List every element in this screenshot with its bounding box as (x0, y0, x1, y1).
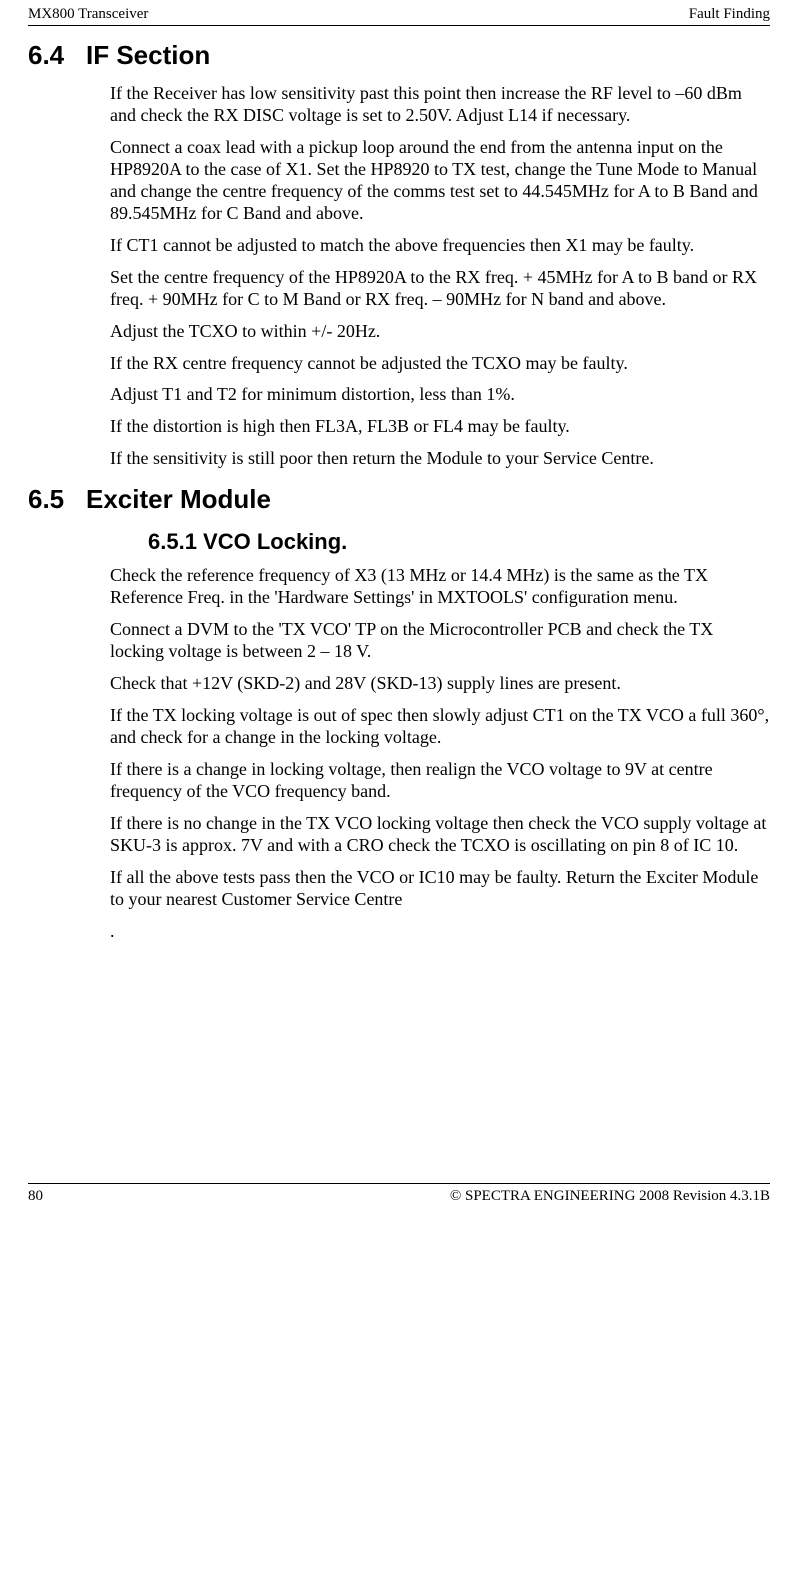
body-paragraph: Adjust T1 and T2 for minimum distortion,… (110, 384, 770, 406)
section-6-4-heading: 6.4 IF Section (28, 40, 770, 71)
body-paragraph: Check that +12V (SKD-2) and 28V (SKD-13)… (110, 673, 770, 695)
body-paragraph: If the RX centre frequency cannot be adj… (110, 353, 770, 375)
body-paragraph: Adjust the TCXO to within +/- 20Hz. (110, 321, 770, 343)
section-number: 6.5 (28, 484, 86, 515)
body-paragraph: If all the above tests pass then the VCO… (110, 867, 770, 911)
page-footer: 80 © SPECTRA ENGINEERING 2008 Revision 4… (28, 1184, 770, 1217)
section-title: IF Section (86, 40, 210, 71)
body-paragraph: . (110, 921, 770, 943)
body-paragraph: Set the centre frequency of the HP8920A … (110, 267, 770, 311)
body-paragraph: If CT1 cannot be adjusted to match the a… (110, 235, 770, 257)
footer-copyright: © SPECTRA ENGINEERING 2008 Revision 4.3.… (450, 1188, 770, 1205)
header-left: MX800 Transceiver (28, 6, 148, 23)
section-6-5-heading: 6.5 Exciter Module (28, 484, 770, 515)
body-paragraph: If there is a change in locking voltage,… (110, 759, 770, 803)
body-paragraph: If the TX locking voltage is out of spec… (110, 705, 770, 749)
subsection-6-5-1-heading: 6.5.1 VCO Locking. (148, 529, 770, 555)
page-header: MX800 Transceiver Fault Finding (28, 0, 770, 25)
section-number: 6.4 (28, 40, 86, 71)
body-paragraph: If there is no change in the TX VCO lock… (110, 813, 770, 857)
page-number: 80 (28, 1188, 43, 1205)
header-rule (28, 25, 770, 26)
body-paragraph: If the sensitivity is still poor then re… (110, 448, 770, 470)
section-title: Exciter Module (86, 484, 271, 515)
body-paragraph: If the distortion is high then FL3A, FL3… (110, 416, 770, 438)
header-right: Fault Finding (689, 6, 770, 23)
body-paragraph: Check the reference frequency of X3 (13 … (110, 565, 770, 609)
body-paragraph: If the Receiver has low sensitivity past… (110, 83, 770, 127)
body-paragraph: Connect a coax lead with a pickup loop a… (110, 137, 770, 225)
body-paragraph: Connect a DVM to the 'TX VCO' TP on the … (110, 619, 770, 663)
